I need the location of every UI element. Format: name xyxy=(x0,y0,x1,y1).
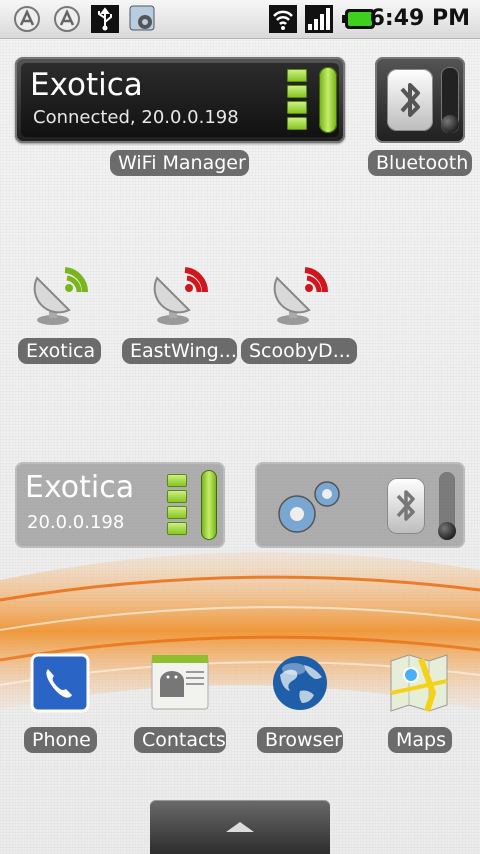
signal-icon xyxy=(305,5,333,33)
clock: 6:49 PM xyxy=(369,6,470,31)
app-label: Maps xyxy=(388,727,452,753)
gears-icon xyxy=(278,481,340,533)
wifi-icon xyxy=(269,5,297,33)
bluetooth-icon xyxy=(387,69,433,131)
wifi-signal-bars xyxy=(167,474,187,535)
satellite-dish-icon xyxy=(153,267,209,325)
contacts-icon xyxy=(151,655,209,710)
network-shortcut-label: EastWing... xyxy=(122,338,237,364)
wifi-widget-compact[interactable]: Exotica 20.0.0.198 xyxy=(15,462,225,548)
wifi-manager-label: WiFi Manager xyxy=(110,150,249,176)
android-notify-icon xyxy=(14,6,40,32)
phone-icon xyxy=(30,653,90,713)
android-notify-icon xyxy=(54,6,80,32)
wifi-manager-widget[interactable]: Exotica Connected, 20.0.0.198 xyxy=(15,57,345,143)
app-drawer-handle[interactable] xyxy=(150,800,330,854)
wifi-network-name: Exotica xyxy=(25,470,135,505)
bluetooth-label: Bluetooth xyxy=(368,150,472,176)
chevron-up-icon xyxy=(226,822,254,832)
network-shortcut-label: Exotica xyxy=(18,338,101,364)
bluetooth-widget[interactable] xyxy=(375,57,465,143)
settings-bluetooth-widget[interactable] xyxy=(255,462,465,548)
wifi-toggle[interactable] xyxy=(319,67,337,133)
bluetooth-icon xyxy=(387,478,425,534)
network-shortcut-label: ScoobyD... xyxy=(241,338,357,364)
wifi-ip-address: 20.0.0.198 xyxy=(27,512,125,533)
settings-notify-icon xyxy=(129,5,155,31)
wifi-network-name: Exotica xyxy=(30,67,143,103)
app-label: Contacts xyxy=(134,727,226,753)
wifi-toggle[interactable] xyxy=(201,470,217,540)
maps-icon xyxy=(390,654,448,712)
wifi-signal-bars xyxy=(287,69,307,130)
wifi-connection-status: Connected, 20.0.0.198 xyxy=(33,107,239,128)
app-label: Browser xyxy=(257,727,343,753)
browser-globe-icon xyxy=(273,656,327,710)
usb-icon xyxy=(91,5,119,33)
status-bar[interactable]: 6:49 PM xyxy=(0,0,480,39)
satellite-dish-icon xyxy=(273,267,329,325)
satellite-dish-icon xyxy=(33,267,89,325)
app-label: Phone xyxy=(24,727,97,753)
